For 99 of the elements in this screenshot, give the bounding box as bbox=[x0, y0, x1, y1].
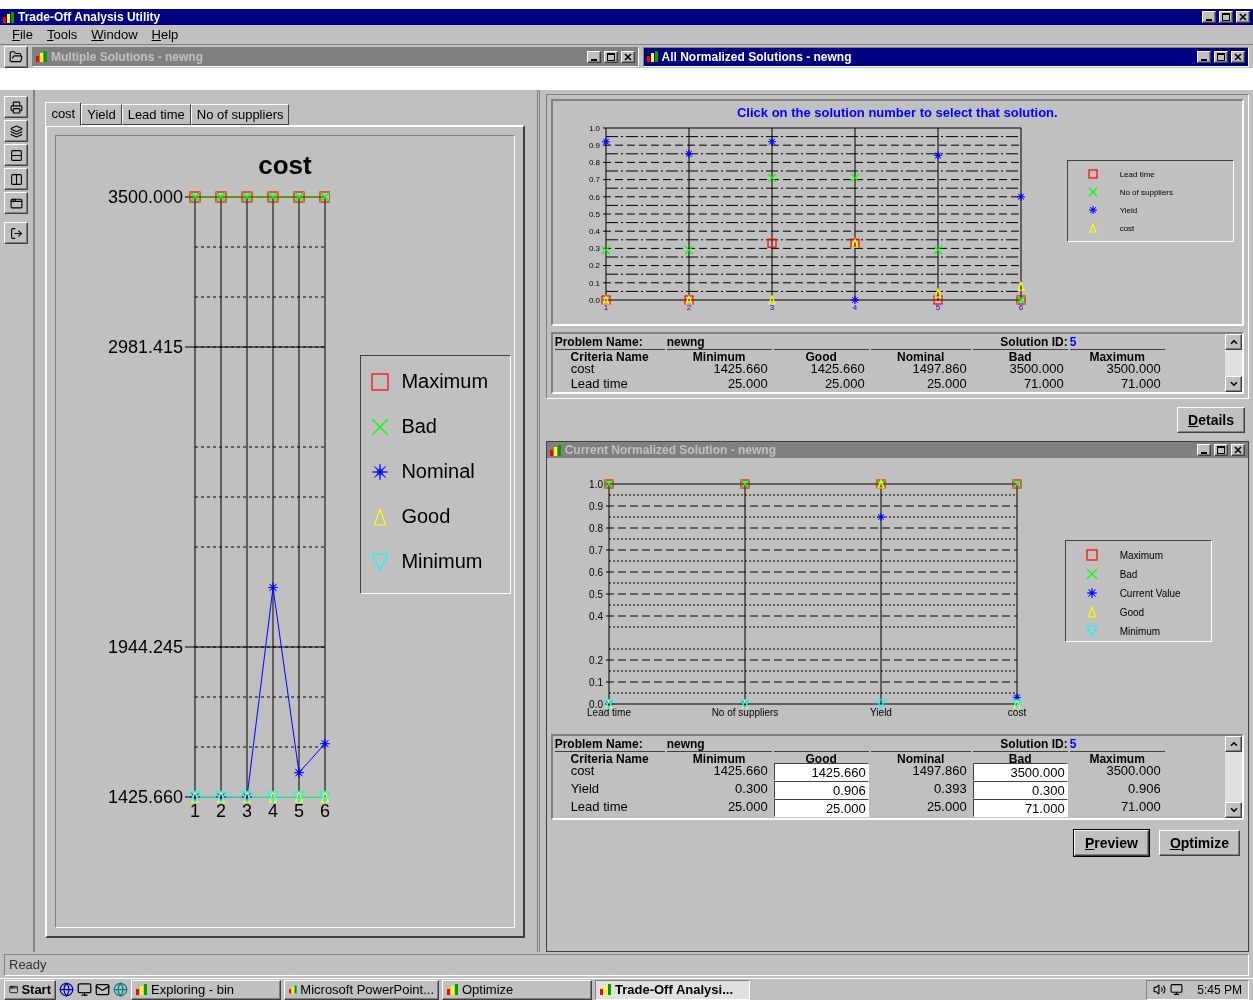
problem-label: Problem Name: bbox=[554, 335, 644, 349]
table-cell-text: 1497.860 bbox=[911, 763, 968, 780]
axis-label: 2 bbox=[216, 801, 227, 821]
column-header: Criteria Name bbox=[554, 349, 665, 361]
axis-label: 0.7 bbox=[588, 175, 600, 185]
table-cell-text: 25.000 bbox=[823, 376, 866, 391]
legend-label: Nominal bbox=[401, 460, 475, 483]
table-cell-text: 3500.000 bbox=[1105, 763, 1162, 780]
legend-label: Yield bbox=[1119, 205, 1138, 215]
problem-name: newng bbox=[666, 737, 706, 751]
child-window-title: Current Normalized Solution - newng bbox=[564, 443, 777, 457]
axis-label: 6 bbox=[320, 801, 331, 821]
axis-label: Lead time bbox=[586, 707, 631, 718]
axis-label: 0.5 bbox=[588, 209, 600, 219]
axis-label: 0.8 bbox=[588, 158, 600, 168]
child-window-title: Multiple Solutions - newng bbox=[51, 49, 204, 64]
axis-label: 2981.415 bbox=[108, 337, 184, 358]
column-header: Good bbox=[773, 349, 869, 361]
legend-label: cost bbox=[1119, 223, 1135, 233]
legend-label: Good bbox=[401, 505, 451, 528]
axis-label: 3 bbox=[242, 801, 253, 821]
axis-label: 0.0 bbox=[588, 698, 603, 710]
legend-label: Maximum bbox=[401, 370, 489, 393]
legend-label: Minimum bbox=[1119, 625, 1161, 637]
problem-name: newng bbox=[666, 335, 706, 349]
problem-label: Problem Name: bbox=[554, 737, 644, 751]
instruction-text: Click on the solution number to select that solution. bbox=[736, 105, 1058, 120]
column-header: Criteria Name bbox=[554, 751, 665, 763]
table-cell-text: 1425.660 bbox=[809, 361, 866, 376]
axis-label: 0.6 bbox=[588, 192, 600, 202]
legend-label: Current Value bbox=[1119, 587, 1181, 599]
axis-label: 0.1 bbox=[588, 676, 603, 688]
table-cell-text: 71.000 bbox=[1022, 376, 1065, 391]
legend-label: Lead time bbox=[1119, 169, 1155, 179]
axis-label: 1.0 bbox=[588, 478, 603, 490]
column-header: Maximum bbox=[1069, 751, 1165, 763]
chart-title: cost bbox=[258, 150, 312, 181]
axis-label: 1425.660 bbox=[108, 787, 184, 808]
legend-label: Good bbox=[1119, 606, 1145, 618]
solution-label: Solution ID: bbox=[999, 737, 1068, 751]
column-header: Minimum bbox=[666, 751, 772, 763]
column-header: Nominal bbox=[870, 751, 971, 763]
column-header: Bad bbox=[972, 349, 1068, 361]
axis-label: 1 bbox=[190, 801, 201, 821]
table-cell-text: 0.393 bbox=[933, 781, 968, 798]
legend-label: Maximum bbox=[1119, 549, 1163, 561]
row-label: Lead time bbox=[569, 376, 629, 391]
axis-label: 1944.245 bbox=[108, 637, 184, 658]
table-cell-text: 25.000 bbox=[726, 799, 769, 816]
axis-label: 0.7 bbox=[588, 544, 603, 556]
axis-label: No of suppliers bbox=[711, 707, 778, 718]
table-cell-text: 25.000 bbox=[925, 799, 968, 816]
axis-label: 0.2 bbox=[588, 654, 603, 666]
solution-id: 5 bbox=[1069, 335, 1078, 349]
axis-label: 0.2 bbox=[588, 261, 600, 271]
legend-label: No of suppliers bbox=[1119, 187, 1173, 197]
clock: 5:45 PM bbox=[1197, 982, 1242, 997]
table-cell-text: 1425.660 bbox=[712, 361, 769, 376]
axis-label: 0.4 bbox=[588, 610, 603, 622]
legend-label: Bad bbox=[1119, 568, 1138, 580]
legend-label: Minimum bbox=[401, 550, 483, 573]
table-cell-text: 71.000 bbox=[1119, 799, 1162, 816]
legend-label: Bad bbox=[401, 415, 437, 438]
child-window-title: All Normalized Solutions - newng bbox=[661, 49, 853, 64]
table-cell-text: 1425.660 bbox=[712, 763, 769, 780]
column-header: Nominal bbox=[870, 349, 971, 361]
axis-label: cost bbox=[1007, 707, 1026, 718]
table-cell-text: 0.906 bbox=[1127, 781, 1162, 798]
row-label: cost bbox=[569, 361, 596, 376]
axis-label: 0.9 bbox=[588, 500, 603, 512]
status-bar: Ready bbox=[4, 954, 1249, 976]
axis-label: 0.3 bbox=[588, 244, 600, 254]
axis-label: 0.5 bbox=[588, 588, 603, 600]
table-cell-text: 25.000 bbox=[726, 376, 769, 391]
solution-label: Solution ID: bbox=[999, 335, 1068, 349]
table-cell-text: 25.000 bbox=[925, 376, 968, 391]
axis-label: 0.0 bbox=[588, 295, 600, 305]
row-label: cost bbox=[569, 763, 596, 780]
axis-label: 0.4 bbox=[588, 227, 600, 236]
table-cell-text: 0.300 bbox=[734, 781, 769, 798]
axis-label: 0.1 bbox=[588, 278, 600, 288]
row-label: Yield bbox=[569, 781, 601, 798]
table-cell-text: 3500.000 bbox=[1008, 361, 1065, 376]
solution-id: 5 bbox=[1069, 737, 1078, 751]
axis-label: 0.6 bbox=[588, 566, 603, 578]
table-cell-text: 1497.860 bbox=[911, 361, 968, 376]
axis-label: 5 bbox=[294, 801, 305, 821]
axis-label: 0.8 bbox=[588, 522, 603, 534]
axis-label: 3500.000 bbox=[108, 187, 184, 208]
axis-label: Yield bbox=[869, 707, 892, 718]
axis-label: 1.0 bbox=[588, 123, 600, 133]
table-cell-text: 3500.000 bbox=[1105, 361, 1162, 376]
row-label: Lead time bbox=[569, 799, 629, 816]
column-header: Minimum bbox=[666, 349, 772, 361]
axis-label: 0.9 bbox=[588, 141, 600, 150]
axis-label: 4 bbox=[268, 801, 279, 821]
table-cell-text: 71.000 bbox=[1119, 376, 1162, 391]
column-header: Maximum bbox=[1069, 349, 1165, 361]
window-title: Trade-Off Analysis Utility bbox=[18, 10, 162, 24]
